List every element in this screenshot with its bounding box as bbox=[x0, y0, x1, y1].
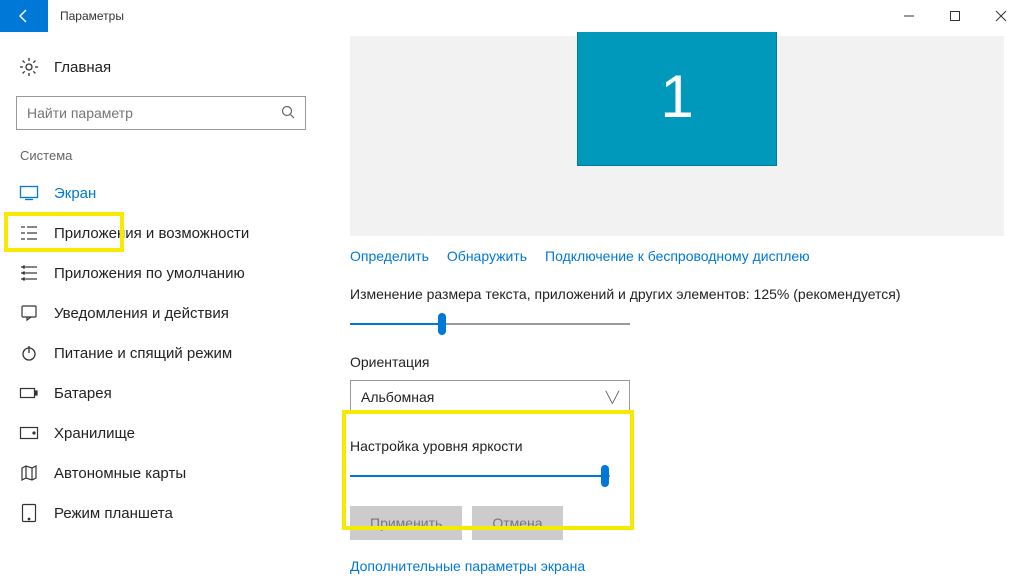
search-input[interactable] bbox=[16, 96, 306, 130]
notifications-icon bbox=[20, 304, 38, 322]
sidebar-item-maps[interactable]: Автономные карты bbox=[16, 453, 320, 493]
orientation-label: Ориентация bbox=[350, 354, 1004, 370]
power-icon bbox=[20, 344, 38, 362]
apply-button[interactable]: Применить bbox=[350, 506, 462, 540]
sidebar-item-label: Режим планшета bbox=[54, 505, 173, 522]
main-content: 1 Определить Обнаружить Подключение к бе… bbox=[320, 32, 1024, 583]
orientation-value: Альбомная bbox=[361, 389, 434, 405]
battery-icon bbox=[20, 384, 38, 402]
apps-icon bbox=[20, 224, 38, 242]
minimize-button[interactable] bbox=[886, 0, 932, 32]
sidebar-home-label: Главная bbox=[54, 59, 111, 76]
storage-icon bbox=[20, 424, 38, 442]
sidebar-item-label: Приложения по умолчанию bbox=[54, 265, 245, 282]
link-wireless[interactable]: Подключение к беспроводному дисплею bbox=[545, 248, 810, 264]
advanced-display-link[interactable]: Дополнительные параметры экрана bbox=[350, 558, 1004, 574]
titlebar: Параметры bbox=[0, 0, 1024, 32]
brightness-label: Настройка уровня яркости bbox=[350, 438, 1004, 454]
sidebar-item-label: Приложения и возможности bbox=[54, 225, 249, 242]
search-icon bbox=[281, 105, 295, 122]
sidebar-item-apps[interactable]: Приложения и возможности bbox=[16, 213, 320, 253]
tablet-icon bbox=[20, 504, 38, 522]
monitor-preview[interactable]: 1 bbox=[350, 36, 1004, 236]
sidebar-item-label: Батарея bbox=[54, 385, 112, 402]
close-button[interactable] bbox=[978, 0, 1024, 32]
sidebar-item-label: Уведомления и действия bbox=[54, 305, 229, 322]
scale-slider[interactable] bbox=[350, 312, 630, 336]
chevron-down-icon: ╲╱ bbox=[606, 391, 619, 404]
maps-icon bbox=[20, 464, 38, 482]
scale-label: Изменение размера текста, приложений и д… bbox=[350, 286, 1004, 302]
sidebar-item-label: Хранилище bbox=[54, 425, 135, 442]
back-button[interactable] bbox=[0, 0, 48, 32]
sidebar-item-label: Экран bbox=[54, 185, 96, 202]
orientation-select[interactable]: Альбомная ╲╱ bbox=[350, 380, 630, 414]
link-identify[interactable]: Определить bbox=[350, 248, 429, 264]
sidebar-item-storage[interactable]: Хранилище bbox=[16, 413, 320, 453]
gear-icon bbox=[20, 58, 38, 76]
cancel-button[interactable]: Отмена bbox=[472, 506, 562, 540]
monitor-number: 1 bbox=[660, 62, 693, 131]
sidebar-section-label: Система bbox=[20, 148, 320, 163]
maximize-button[interactable] bbox=[932, 0, 978, 32]
link-detect[interactable]: Обнаружить bbox=[447, 248, 527, 264]
sidebar-item-default-apps[interactable]: Приложения по умолчанию bbox=[16, 253, 320, 293]
sidebar-item-notifications[interactable]: Уведомления и действия bbox=[16, 293, 320, 333]
search-field[interactable] bbox=[27, 105, 281, 121]
sidebar-item-label: Автономные карты bbox=[54, 465, 186, 482]
sidebar-item-battery[interactable]: Батарея bbox=[16, 373, 320, 413]
monitor-1[interactable]: 1 bbox=[577, 32, 777, 166]
sidebar: Главная Система Экран Приложения и возмо… bbox=[0, 32, 320, 583]
brightness-slider[interactable] bbox=[350, 464, 610, 488]
window-title: Параметры bbox=[48, 0, 124, 32]
display-icon bbox=[20, 184, 38, 202]
sidebar-item-tablet[interactable]: Режим планшета bbox=[16, 493, 320, 533]
sidebar-item-power[interactable]: Питание и спящий режим bbox=[16, 333, 320, 373]
sidebar-item-label: Питание и спящий режим bbox=[54, 345, 232, 362]
sidebar-home[interactable]: Главная bbox=[16, 52, 320, 82]
default-apps-icon bbox=[20, 264, 38, 282]
sidebar-item-display[interactable]: Экран bbox=[16, 173, 320, 213]
